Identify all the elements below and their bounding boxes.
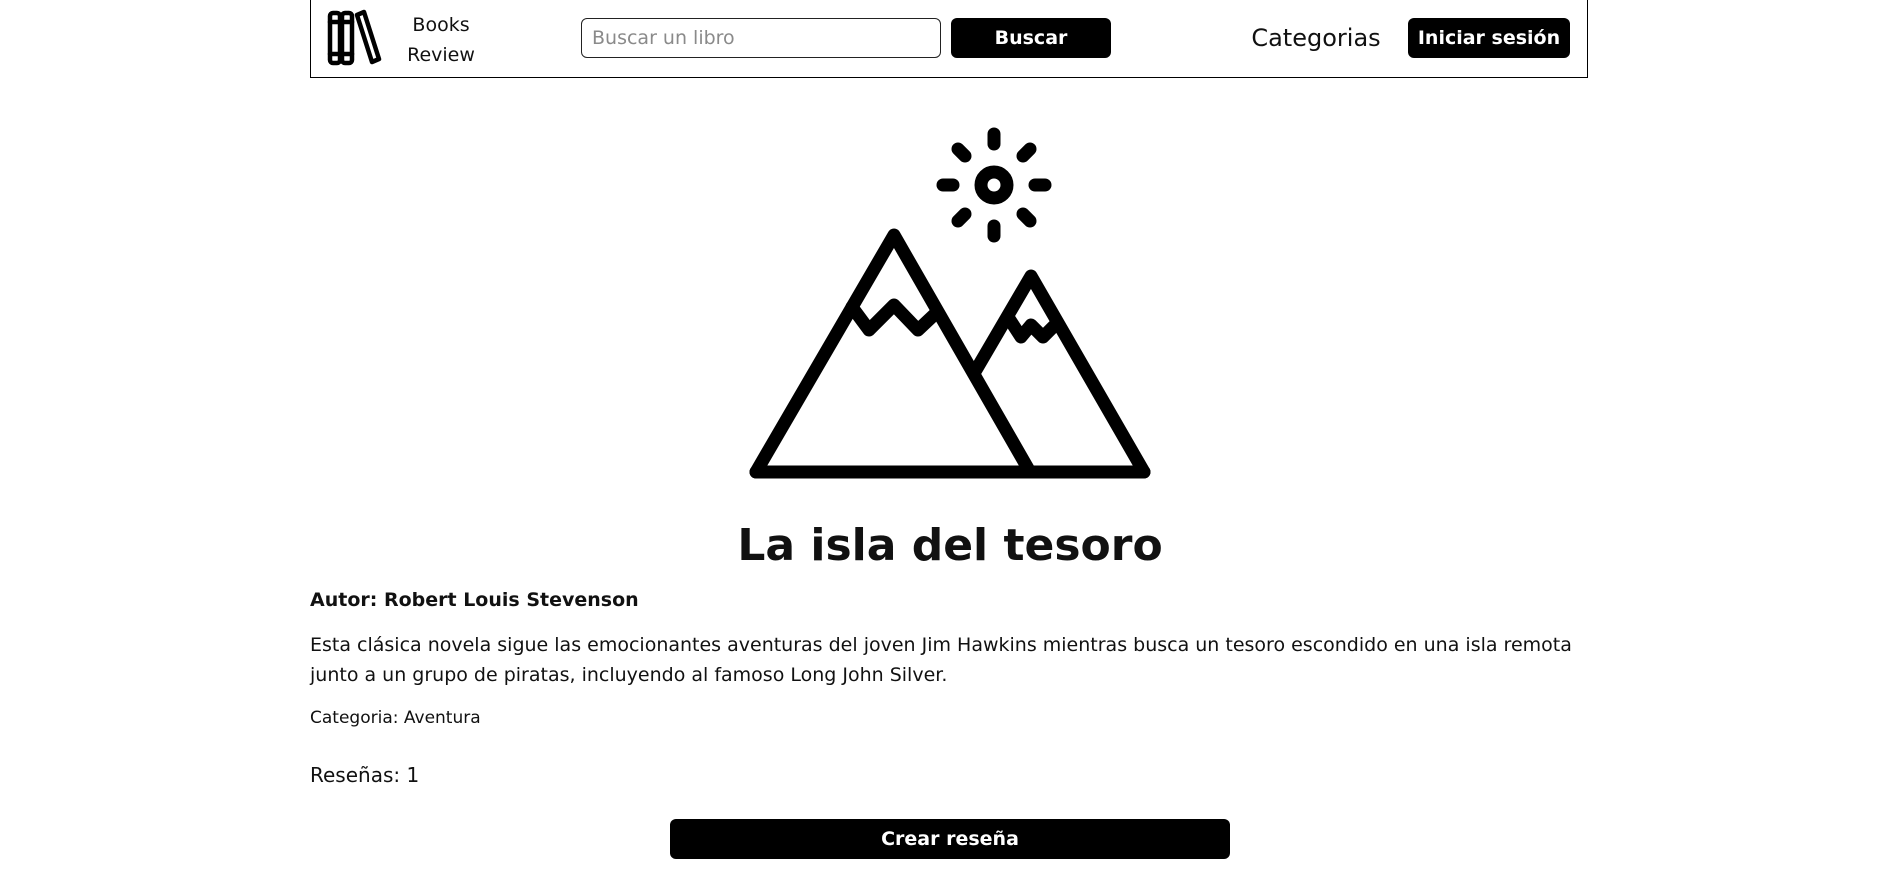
- reviews-label: Reseñas:: [310, 763, 407, 787]
- search-input[interactable]: [581, 18, 941, 58]
- categories-link[interactable]: Categorias: [1221, 18, 1411, 58]
- landscape-placeholder-icon: [749, 127, 1151, 479]
- category-label: Categoria:: [310, 708, 404, 728]
- navbar: Books Review Buscar Categorias Iniciar s…: [310, 0, 1588, 78]
- author-name: Robert Louis Stevenson: [383, 589, 639, 611]
- book-category: Categoria: Aventura: [310, 705, 1590, 731]
- login-button[interactable]: Iniciar sesión: [1408, 18, 1570, 58]
- reviews-number: 1: [406, 763, 420, 787]
- book-title: La isla del tesoro: [737, 520, 1163, 571]
- books-icon[interactable]: [326, 8, 386, 68]
- create-review-button[interactable]: Crear reseña: [670, 819, 1230, 859]
- reviews-count: Reseñas: 1: [310, 760, 1590, 790]
- search-button[interactable]: Buscar: [951, 18, 1111, 58]
- brand-line-1: Books: [412, 14, 470, 36]
- category-value: Aventura: [403, 708, 481, 728]
- brand-line-2: Review: [407, 44, 475, 66]
- book-description: Esta clásica novela sigue las emocionant…: [310, 634, 1572, 686]
- book-author: Autor: Robert Louis Stevenson: [310, 586, 1590, 614]
- brand-name[interactable]: Books Review: [401, 10, 481, 70]
- page: Books Review Buscar Categorias Iniciar s…: [0, 0, 1900, 894]
- author-label: Autor:: [310, 589, 384, 611]
